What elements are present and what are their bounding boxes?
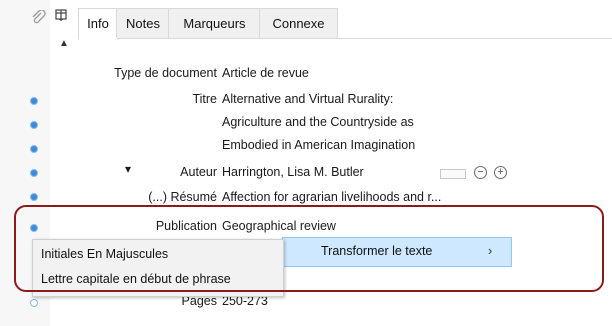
title-value-line-2[interactable]: Agriculture and the Countryside as [222, 115, 414, 129]
add-creator-button[interactable]: + [494, 166, 507, 179]
tab-related[interactable]: Connexe [259, 8, 338, 38]
abstract-fade [440, 190, 500, 206]
remove-creator-button[interactable]: − [474, 166, 487, 179]
row-indicator-dot [30, 299, 38, 307]
row-indicator-dot [30, 97, 38, 105]
row-indicator-dot [30, 193, 38, 201]
title-value-line-1[interactable]: Alternative and Virtual Rurality: [222, 92, 393, 106]
author-collapse-toggle[interactable]: ▾ [125, 162, 131, 176]
tab-bar: Info Notes Marqueurs Connexe [78, 8, 612, 39]
column-picker-icon[interactable] [55, 9, 67, 23]
abstract-label[interactable]: (...) Résumé [148, 190, 217, 204]
row-indicator-dot [30, 224, 38, 232]
row-indicator-dot [30, 121, 38, 129]
creator-type-swap-icon[interactable] [440, 169, 466, 179]
sentence-case-menu-item[interactable]: Lettre capitale en début de phrase [41, 272, 231, 286]
publication-label: Publication [155, 219, 217, 233]
transform-text-label: Transformer le texte [321, 244, 433, 258]
title-value-line-3[interactable]: Embodied in American Imagination [222, 138, 415, 152]
tab-notes[interactable]: Notes [116, 8, 170, 38]
item-type-label: Type de document [114, 66, 217, 80]
abstract-value[interactable]: Affection for agrarian livelihoods and r… [222, 190, 441, 204]
author-value[interactable]: Harrington, Lisa M. Butler [222, 165, 364, 179]
row-indicator-dot [30, 145, 38, 153]
author-label[interactable]: Auteur [180, 165, 217, 179]
publication-value[interactable]: Geographical review [222, 219, 336, 233]
tab-tags[interactable]: Marqueurs [168, 8, 261, 38]
item-type-value[interactable]: Article de revue [222, 66, 309, 80]
transform-text-menu-item[interactable]: Transformer le texte › [282, 237, 512, 267]
paperclip-icon[interactable] [30, 10, 46, 26]
chevron-right-icon: › [488, 243, 493, 258]
tab-info[interactable]: Info [78, 8, 118, 39]
transform-text-submenu: Initiales En Majuscules Lettre capitale … [32, 239, 284, 297]
scroll-up-icon[interactable]: ▲ [59, 39, 69, 49]
title-case-menu-item[interactable]: Initiales En Majuscules [41, 247, 168, 261]
title-label: Titre [192, 92, 217, 106]
row-indicator-dot [30, 169, 38, 177]
